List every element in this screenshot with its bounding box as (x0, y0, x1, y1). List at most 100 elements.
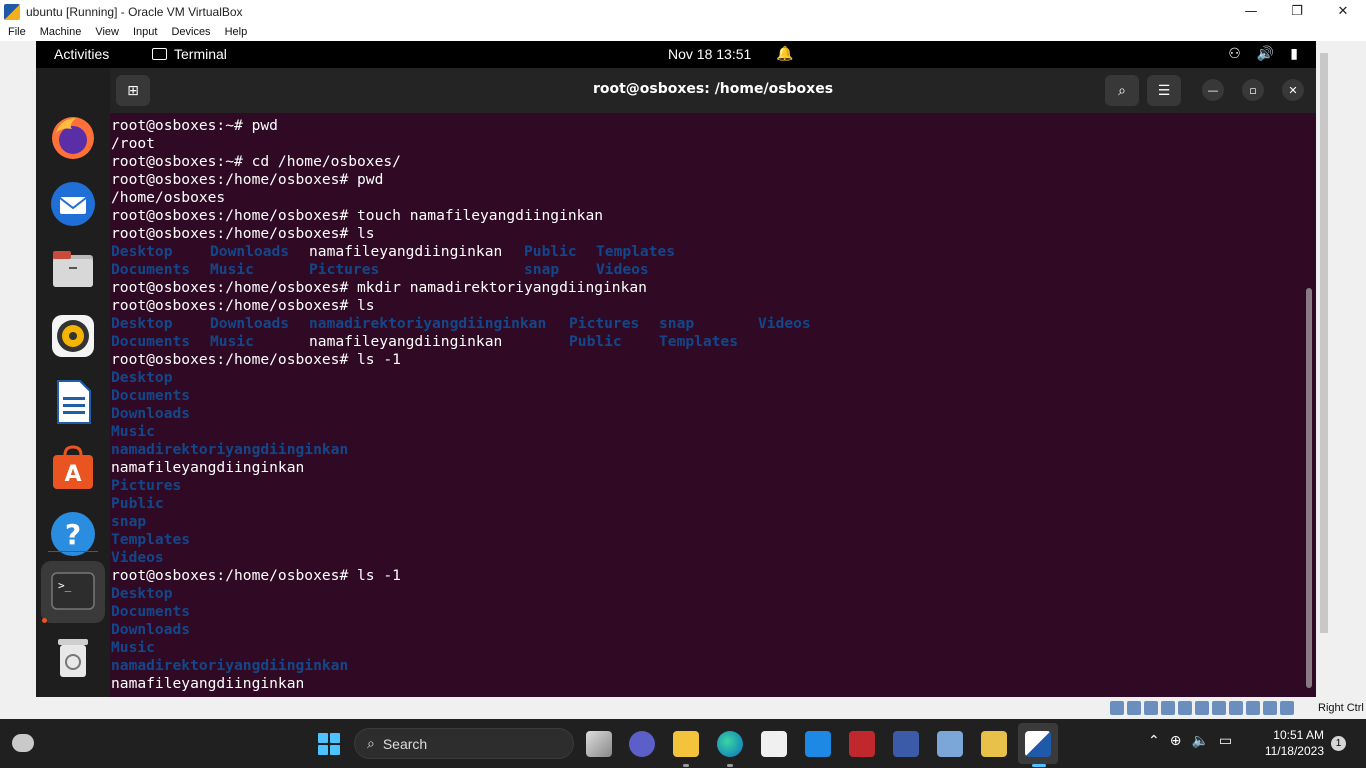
terminal-line: root@osboxes:~# cd /home/osboxes/ (111, 153, 401, 170)
ls-entry-dir: Pictures (309, 261, 380, 278)
battery-icon[interactable]: ▭ (1219, 733, 1232, 749)
ls-entry-dir: Templates (596, 243, 676, 260)
globe-icon[interactable]: ⊕ (1170, 733, 1182, 749)
tray-chevron-icon[interactable]: ⌃ (1148, 733, 1160, 749)
writer-icon[interactable] (48, 377, 98, 427)
ls-entry-dir: Documents (111, 261, 191, 278)
virtualbox-scrollbar[interactable] (1318, 41, 1330, 697)
ls-entry-dir: Downloads (210, 315, 290, 332)
ls-entry-file: namafileyangdiinginkan (309, 333, 503, 350)
ls-entry-dir: Documents (111, 603, 191, 620)
notification-badge[interactable]: 1 (1331, 736, 1346, 751)
ls-entry-dir: snap (659, 315, 695, 332)
ls-entry-dir: Public (524, 243, 577, 260)
host-key-label: Right Ctrl (1318, 702, 1364, 714)
shared-folders-icon[interactable] (1195, 701, 1209, 715)
app-menu[interactable]: Terminal (152, 46, 227, 62)
ls-entry-dir: Documents (111, 333, 191, 350)
weather-icon[interactable] (12, 734, 34, 752)
menu-help[interactable]: Help (217, 26, 254, 38)
ls-output-row: Desktop Downloads namafileyangdiinginkan… (110, 243, 1310, 261)
task-view-icon[interactable] (586, 731, 612, 757)
maximize-window-button[interactable]: ▫ (1242, 79, 1264, 101)
keyboard-icon[interactable] (1280, 701, 1294, 715)
virtualbox-manager-icon[interactable] (937, 731, 963, 757)
audio-icon[interactable] (1144, 701, 1158, 715)
minimize-icon: — (1207, 83, 1219, 97)
software-icon[interactable]: A (48, 443, 98, 493)
rhythmbox-icon[interactable] (48, 311, 98, 361)
ls-entry-dir: Desktop (111, 369, 173, 386)
paint-icon[interactable] (981, 731, 1007, 757)
display-icon[interactable] (1212, 701, 1226, 715)
trash-icon[interactable] (48, 633, 98, 683)
volume-icon[interactable]: 🔈 (1191, 733, 1208, 749)
gnome-topbar: Activities Terminal Nov 18 13:51 🔔 ⚇ 🔊 ▮ (36, 41, 1316, 68)
volume-icon: 🔊 (1256, 45, 1275, 61)
menu-view[interactable]: View (87, 26, 125, 38)
restore-button[interactable]: ❐ (1274, 0, 1320, 23)
terminal-icon[interactable]: >_ (48, 567, 98, 617)
vpn-app-icon[interactable] (893, 731, 919, 757)
ls-entry-file: namafileyangdiinginkan (111, 675, 305, 692)
running-indicator (42, 618, 47, 623)
search-icon: ⌕ (367, 735, 375, 751)
guest-screen[interactable]: Activities Terminal Nov 18 13:51 🔔 ⚇ 🔊 ▮ (36, 41, 1316, 697)
activities-button[interactable]: Activities (54, 46, 109, 62)
terminal-scrollbar[interactable] (1306, 288, 1312, 688)
store-icon[interactable] (761, 731, 787, 757)
ls-entry-dir: Public (111, 495, 164, 512)
menu-button[interactable]: ☰ (1147, 75, 1181, 106)
terminal-line: root@osboxes:/home/osboxes# ls -1 (111, 567, 401, 584)
ls-entry-dir: Pictures (569, 315, 640, 332)
ls-entry-dir: Templates (111, 531, 191, 548)
ls-entry-dir: Downloads (111, 621, 191, 638)
hamburger-icon: ☰ (1157, 82, 1171, 99)
ls-entry-dir: namadirektoriyangdiinginkan (111, 441, 349, 458)
files-icon[interactable] (48, 245, 98, 295)
virtualbox-vm-icon[interactable] (1025, 731, 1051, 757)
menu-input[interactable]: Input (125, 26, 163, 38)
windows-logo-icon (330, 733, 340, 743)
menu-devices[interactable]: Devices (163, 26, 216, 38)
menu-machine[interactable]: Machine (32, 26, 88, 38)
network-adapter-icon[interactable] (1161, 701, 1175, 715)
thunderbird-icon[interactable] (48, 179, 98, 229)
terminal-line: root@osboxes:/home/osboxes# pwd (111, 171, 384, 188)
teams-icon[interactable] (629, 731, 655, 757)
firefox-icon[interactable] (48, 113, 98, 163)
cpu-icon[interactable] (1246, 701, 1260, 715)
minimize-button[interactable]: — (1228, 0, 1274, 23)
ls-entry-dir: snap (524, 261, 560, 278)
optical-drive-icon[interactable] (1127, 701, 1141, 715)
system-menu[interactable]: ⚇ 🔊 ▮ (1228, 45, 1298, 62)
edge-icon[interactable] (717, 731, 743, 757)
ls-entry-dir: Pictures (111, 477, 182, 494)
usb-icon[interactable] (1178, 701, 1192, 715)
ls-entry-dir: Downloads (210, 243, 290, 260)
ls-entry-dir: namadirektoriyangdiinginkan (111, 657, 349, 674)
minimize-window-button[interactable]: — (1202, 79, 1224, 101)
file-explorer-icon[interactable] (673, 731, 699, 757)
search-button[interactable]: ⌕ (1105, 75, 1139, 106)
ls-entry-dir: snap (111, 513, 147, 530)
ls-entry-dir: Videos (596, 261, 649, 278)
close-window-button[interactable]: ✕ (1282, 79, 1304, 101)
menu-file[interactable]: File (0, 26, 32, 38)
terminal-output[interactable]: root@osboxes:~# pwd /root root@osboxes:~… (110, 117, 1310, 697)
windows-logo-icon (318, 733, 328, 743)
mouse-integration-icon[interactable] (1263, 701, 1277, 715)
ls-entry-dir: Templates (659, 333, 739, 350)
clock[interactable]: Nov 18 13:51 (668, 46, 751, 62)
mcafee-icon[interactable] (849, 731, 875, 757)
l-app-icon[interactable] (805, 731, 831, 757)
start-button[interactable] (318, 733, 340, 755)
taskbar-clock[interactable]: 10:51 AM 11/18/2023 (1250, 727, 1324, 759)
ls-entry-dir: Downloads (111, 405, 191, 422)
terminal-window[interactable]: ⊞ root@osboxes: /home/osboxes ⌕ ☰ — ▫ ✕ … (110, 68, 1316, 697)
scrollbar-thumb[interactable] (1320, 53, 1328, 633)
recording-icon[interactable] (1229, 701, 1243, 715)
taskbar-search[interactable]: ⌕ Search (354, 728, 574, 759)
close-button[interactable]: ✕ (1320, 0, 1366, 23)
hdd-icon[interactable] (1110, 701, 1124, 715)
